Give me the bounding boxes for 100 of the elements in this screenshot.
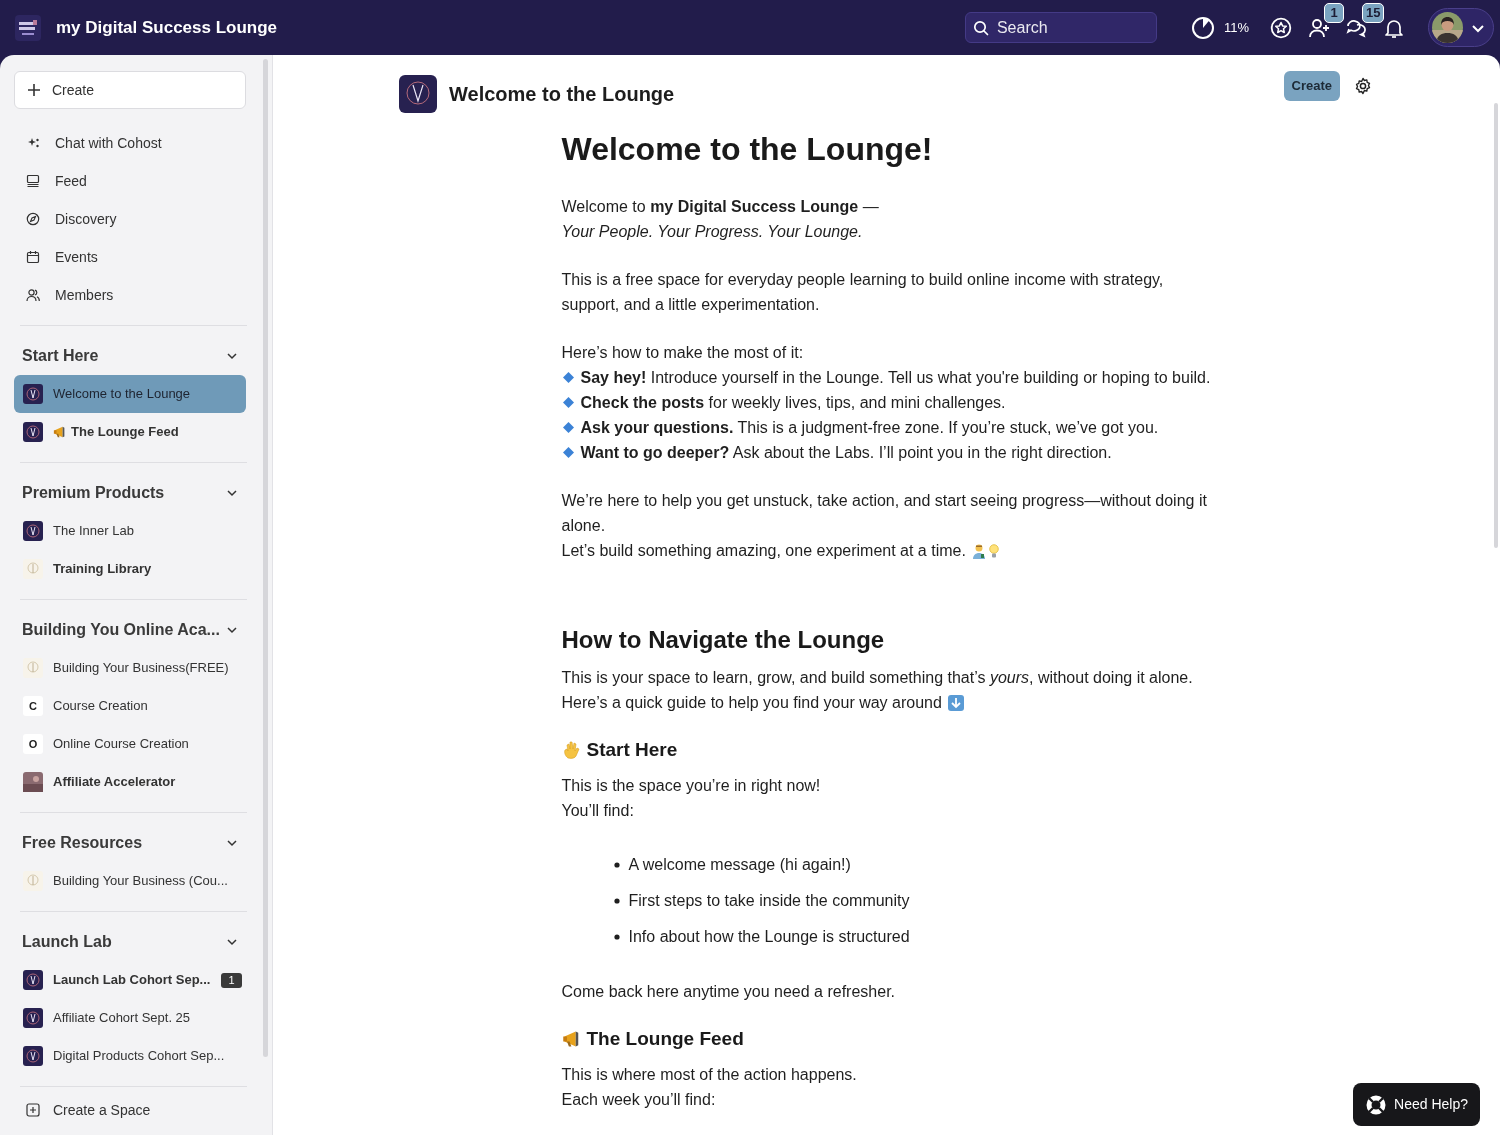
account-menu-button[interactable] — [1428, 8, 1494, 47]
section-header[interactable]: Start Here — [14, 337, 246, 375]
list-item: Say hey! Introduce yourself in the Lounge. Tell us what you're building or hoping to build. — [580, 368, 1211, 388]
space-label[interactable]: The Inner Lab — [53, 521, 134, 541]
count-badge: 1 — [221, 972, 242, 988]
text-line: Here’s a quick guide to help you find your way around — [561, 693, 942, 713]
space-label[interactable]: Building Your Business(FREE) — [53, 658, 229, 678]
space-logo-icon — [23, 521, 43, 541]
text-line: Come back here anytime you need a refresher. — [561, 982, 896, 1002]
scientist-icon — [971, 542, 986, 559]
space-logo-icon — [23, 970, 43, 990]
diamond-icon — [561, 421, 575, 434]
list-item: Want to go deeper? Ask about the Labs. I’ll point you in the right direction. — [580, 443, 1112, 463]
text-line: This is the space you’re in right now! — [561, 776, 822, 796]
brand-name: my Digital Success Lounge — [56, 16, 278, 39]
section-header[interactable]: Free Resources — [14, 824, 246, 862]
text-line: You’ll find: — [561, 801, 635, 821]
nav-item[interactable]: Feed — [14, 162, 246, 200]
space-initial: C — [23, 696, 43, 716]
search-field[interactable]: Search — [964, 12, 1157, 43]
text-line: We’re here to help you get unstuck, take action, and start seeing progress—without doing it alone. — [561, 491, 1208, 536]
space-label[interactable]: Digital Products Cohort Sep... — [53, 1046, 225, 1066]
text-line: Let’s build something amazing, one experiment at a time. — [561, 541, 966, 561]
waving-hand-icon — [561, 740, 582, 760]
list-item: A welcome message (hi again!) — [628, 855, 851, 875]
section-header[interactable]: Premium Products — [14, 474, 246, 512]
space-logo-icon — [23, 871, 43, 891]
text-line: Welcome to my Digital Success Lounge — — [561, 197, 880, 217]
space-item[interactable]: Affiliate Cohort Sept. 25 — [14, 999, 246, 1037]
list-item: Check the posts for weekly lives, tips, and mini challenges. — [580, 393, 1006, 413]
diamond-icon — [561, 446, 575, 459]
diamond-icon — [561, 396, 575, 409]
list-item: Ask your questions. This is a judgment-free zone. If you’re stuck, we’ve got you. — [580, 418, 1159, 438]
text-line: Your People. Your Progress. Your Lounge. — [561, 222, 864, 242]
text-line: Here’s how to make the most of it: — [561, 343, 805, 363]
space-label[interactable]: Course Creation — [53, 696, 148, 716]
space-logo-icon — [23, 1008, 43, 1028]
section-header[interactable]: Launch Lab — [14, 923, 246, 961]
space-label[interactable]: Welcome to the Lounge — [53, 384, 191, 404]
space-item[interactable]: Digital Products Cohort Sep... — [14, 1037, 246, 1075]
space-label[interactable]: Launch Lab Cohort Sep... — [53, 970, 211, 990]
lifebuoy-icon — [1365, 1093, 1388, 1116]
space-item[interactable]: Launch Lab Cohort Sep... 1 — [14, 961, 246, 999]
text-line: This is where most of the action happens. — [561, 1065, 858, 1085]
bullet-icon — [613, 861, 620, 868]
space-label[interactable]: Affiliate Cohort Sept. 25 — [53, 1008, 191, 1028]
space-initial: O — [23, 734, 43, 754]
add-icon — [26, 1103, 40, 1117]
feed-icon — [26, 174, 40, 188]
space-item[interactable]: Welcome to the Lounge — [14, 375, 246, 413]
scrollbar[interactable] — [1494, 103, 1498, 548]
nav-item[interactable]: Discovery — [14, 200, 246, 238]
plus-icon — [27, 83, 41, 97]
nav-item[interactable]: Members — [14, 276, 246, 314]
space-item[interactable]: C Course Creation — [14, 687, 246, 725]
space-item[interactable]: Affiliate Accelerator — [14, 763, 246, 801]
search-icon — [972, 20, 989, 36]
create-button[interactable]: Create — [14, 71, 246, 109]
count-badge: 1 — [1324, 2, 1344, 23]
logo-icon — [14, 13, 42, 42]
create-space-link[interactable]: Create a Space — [14, 1091, 246, 1129]
subheading: Start Here — [586, 738, 678, 762]
count-badge: 15 — [1362, 2, 1385, 23]
section-header[interactable]: Building You Online Aca... — [14, 611, 246, 649]
bullet-icon — [613, 897, 620, 904]
space-logo-icon — [23, 1046, 43, 1066]
space-label[interactable]: Online Course Creation — [53, 734, 189, 754]
space-logo-icon — [23, 559, 43, 579]
space-label[interactable]: Affiliate Accelerator — [53, 772, 176, 792]
space-logo-icon — [23, 658, 43, 678]
nav-item[interactable]: Chat with Cohost — [14, 124, 246, 162]
text-line: This is your space to learn, grow, and build something that’s yours, without doing it alone. — [561, 668, 1194, 688]
space-item[interactable]: The Inner Lab — [14, 512, 246, 550]
space-title: Welcome to the Lounge — [449, 82, 675, 107]
space-item[interactable]: Training Library — [14, 550, 246, 588]
space-item[interactable]: Building Your Business (Cou... — [14, 862, 246, 900]
section-heading: How to Navigate the Lounge — [561, 625, 886, 655]
create-button[interactable]: Create — [1283, 71, 1340, 101]
text-line: This is a free space for everyday people learning to build online income with strategy, support, and a little experimentation. — [561, 270, 1165, 315]
progress-icon — [1190, 15, 1215, 40]
light-bulb-icon — [988, 542, 999, 559]
space-label[interactable]: Building Your Business (Cou... — [53, 871, 228, 891]
scrollbar[interactable] — [263, 59, 268, 1057]
list-item: First steps to take inside the community — [628, 891, 910, 911]
space-logo-icon — [23, 422, 43, 442]
compass-icon — [26, 212, 40, 226]
space-item[interactable]: The Lounge Feed — [14, 413, 246, 451]
text-line: Each week you’ll find: — [561, 1090, 717, 1110]
diamond-icon — [561, 371, 575, 384]
list-item: Info about how the Lounge is structured — [628, 927, 910, 947]
megaphone-icon — [53, 425, 67, 439]
progress-reading: 11% — [1223, 18, 1249, 37]
space-item[interactable]: Building Your Business(FREE) — [14, 649, 246, 687]
nav-item[interactable]: Events — [14, 238, 246, 276]
space-label[interactable]: The Lounge Feed — [71, 422, 179, 442]
subheading: The Lounge Feed — [586, 1027, 744, 1051]
space-item[interactable]: O Online Course Creation — [14, 725, 246, 763]
space-logo-icon — [23, 384, 43, 404]
space-label[interactable]: Training Library — [53, 559, 152, 579]
help-button[interactable]: Need Help? — [1353, 1083, 1480, 1126]
